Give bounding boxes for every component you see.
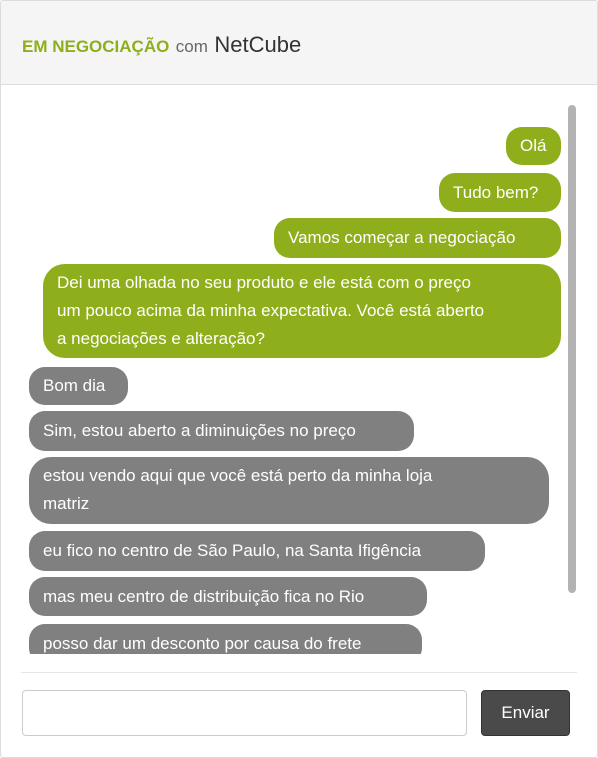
negotiation-status: EM NEGOCIAÇÃO: [22, 37, 170, 56]
message-received: estou vendo aqui que você está perto da …: [29, 457, 549, 524]
message-input[interactable]: [22, 690, 467, 736]
header-title: EM NEGOCIAÇÃO com NetCube: [22, 31, 301, 62]
message-line: estou vendo aqui que você está perto da …: [43, 466, 433, 485]
message-sent: Dei uma olhada no seu produto e ele está…: [43, 264, 561, 358]
message-line: a negociações e alteração?: [57, 329, 265, 348]
message-received: posso dar um desconto por causa do frete: [29, 624, 422, 654]
message-text: Vamos começar a negociação: [288, 228, 516, 247]
send-button[interactable]: Enviar: [481, 690, 570, 736]
chat-panel: EM NEGOCIAÇÃO com NetCube Olá Tudo bem? …: [0, 0, 598, 758]
message-text: Sim, estou aberto a diminuições no preço: [43, 421, 356, 440]
message-received: mas meu centro de distribuição fica no R…: [29, 577, 427, 616]
message-received: Sim, estou aberto a diminuições no preço: [29, 411, 414, 451]
message-text: Olá: [520, 136, 547, 155]
message-received: Bom dia: [29, 367, 128, 405]
message-line: matriz: [43, 494, 90, 513]
composer-divider: [21, 672, 577, 673]
message-sent: Olá: [506, 127, 561, 165]
chat-header: EM NEGOCIAÇÃO com NetCube: [1, 1, 597, 85]
partner-name: NetCube: [214, 32, 302, 57]
message-text: Tudo bem?: [453, 183, 539, 202]
message-received: eu fico no centro de São Paulo, na Santa…: [29, 531, 485, 571]
message-scrollbar[interactable]: [568, 105, 576, 593]
message-text: mas meu centro de distribuição fica no R…: [43, 587, 365, 606]
message-text: eu fico no centro de São Paulo, na Santa…: [43, 541, 422, 560]
message-sent: Vamos começar a negociação: [274, 218, 561, 258]
message-line: um pouco acima da minha expectativa. Voc…: [57, 301, 485, 320]
message-line: Dei uma olhada no seu produto e ele está…: [57, 273, 471, 292]
message-text: posso dar um desconto por causa do frete: [43, 634, 362, 653]
message-sent: Tudo bem?: [439, 173, 561, 212]
header-with-label: com: [175, 37, 208, 56]
message-text: Bom dia: [43, 376, 106, 395]
message-list[interactable]: Olá Tudo bem? Vamos começar a negociação…: [1, 86, 597, 654]
